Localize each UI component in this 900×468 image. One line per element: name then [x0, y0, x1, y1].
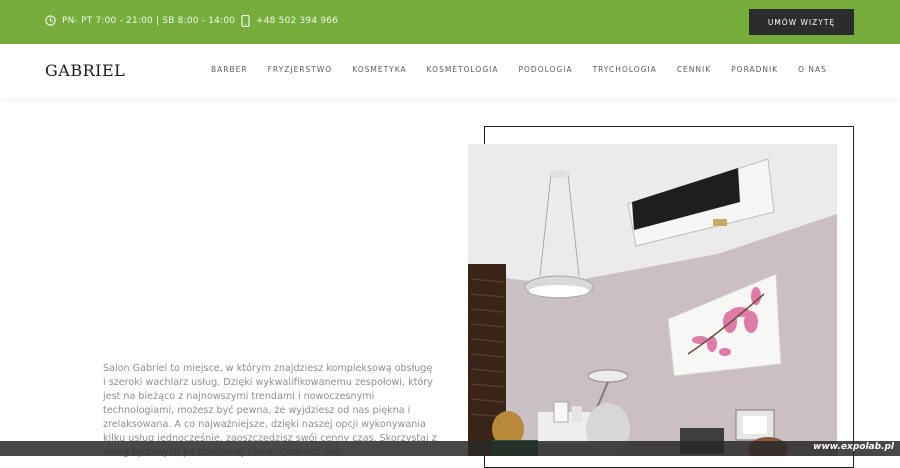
nav-item-fryzjerstwo[interactable]: FRYZJERSTWO — [258, 65, 343, 74]
book-appointment-button[interactable]: UMÓW WIZYTĘ — [749, 9, 854, 35]
salon-interior-photo — [468, 144, 837, 456]
nav-item-o-nas[interactable]: O NAS — [788, 65, 837, 74]
opening-hours-text: PN- PT 7:00 - 21:00 | SB 8:00 - 14:00 — [62, 15, 236, 26]
watermark-text: www.expolab.pl — [813, 442, 894, 452]
smartphone-icon — [241, 15, 250, 27]
nav-item-podologia[interactable]: PODOLOGIA — [509, 65, 583, 74]
nav-item-poradnik[interactable]: PORADNIK — [721, 65, 788, 74]
phone-number[interactable]: +48 502 394 966 — [256, 16, 338, 26]
nav-item-kosmetologia[interactable]: KOSMETOLOGIA — [417, 65, 509, 74]
nav-item-cennik[interactable]: CENNIK — [667, 65, 721, 74]
nav-item-trychologia[interactable]: TRYCHOLOGIA — [583, 65, 667, 74]
top-info-bar: PN- PT 7:00 - 21:00 | SB 8:00 - 14:00 +4… — [0, 0, 900, 44]
clock-icon — [45, 15, 56, 26]
phone-contact[interactable]: +48 502 394 966 — [241, 15, 338, 27]
nav-item-kosmetyka[interactable]: KOSMETYKA — [342, 65, 416, 74]
salon-photo-illustration — [468, 144, 837, 456]
brand-logo[interactable]: GABRIEL — [45, 61, 125, 80]
bottom-overlay-strip — [0, 441, 900, 456]
nav-item-barber[interactable]: BARBER — [201, 65, 258, 74]
main-header: GABRIEL BARBER FRYZJERSTWO KOSMETYKA KOS… — [0, 44, 900, 98]
main-navigation: BARBER FRYZJERSTWO KOSMETYKA KOSMETOLOGI… — [201, 65, 837, 74]
opening-hours: PN- PT 7:00 - 21:00 | SB 8:00 - 14:00 — [45, 15, 235, 26]
